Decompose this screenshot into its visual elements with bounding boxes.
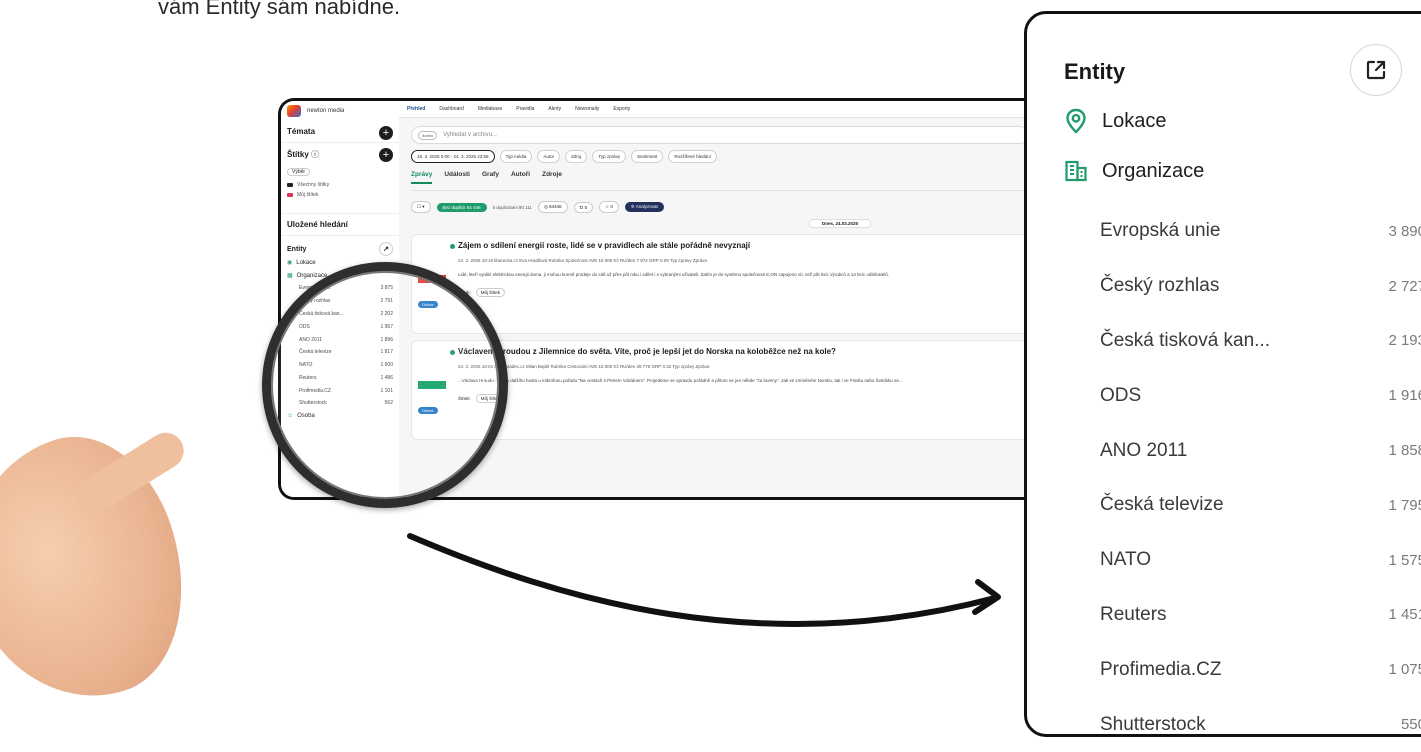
location-pin-icon xyxy=(1066,108,1086,134)
organization-name: Shutterstock xyxy=(1100,713,1206,735)
organization-list: Evropská unie3 890Český rozhlas2 727Česk… xyxy=(1100,204,1421,752)
category-organizace[interactable]: Organizace xyxy=(1064,159,1204,183)
organization-count: 1 451 xyxy=(1388,606,1421,624)
lokace-label: Lokace xyxy=(1102,109,1167,132)
organization-row[interactable]: Shutterstock 550 xyxy=(1100,697,1421,752)
organization-row[interactable]: Český rozhlas 2 727 xyxy=(1100,259,1421,314)
organization-row[interactable]: ANO 2011 1 858 xyxy=(1100,423,1421,478)
organization-row[interactable]: Reuters 1 451 xyxy=(1100,588,1421,643)
organization-name: Profimedia.CZ xyxy=(1100,658,1222,680)
organization-count: 1 575 xyxy=(1388,551,1421,569)
organization-name: Český rozhlas xyxy=(1100,275,1220,297)
organization-name: Reuters xyxy=(1100,603,1167,625)
organization-row[interactable]: Česká tisková kan... 2 193 xyxy=(1100,314,1421,369)
organization-row[interactable]: ODS 1 916 xyxy=(1100,368,1421,423)
category-lokace[interactable]: Lokace xyxy=(1064,108,1167,134)
organization-count: 1 916 xyxy=(1388,387,1421,405)
organization-count: 550 xyxy=(1400,716,1421,734)
organization-name: ANO 2011 xyxy=(1100,439,1188,461)
organization-row[interactable]: NATO 1 575 xyxy=(1100,533,1421,588)
organization-name: Česká tisková kan... xyxy=(1100,329,1271,351)
entity-panel: Entity Lokace Organizace Evropská unie 3 … xyxy=(1024,11,1421,737)
organization-row[interactable]: Česká televize 1 795 xyxy=(1100,478,1421,533)
organization-count: 1 795 xyxy=(1388,496,1421,514)
organization-name: NATO xyxy=(1100,549,1152,571)
organization-count: 1 858 xyxy=(1388,442,1421,460)
organization-count: 1 075 xyxy=(1388,661,1421,679)
organization-count: 2 193 xyxy=(1388,332,1421,350)
organization-name: Evropská unie xyxy=(1100,220,1221,242)
organization-count: 3 890 xyxy=(1388,222,1421,240)
organization-count: 2 727 xyxy=(1388,277,1421,295)
organization-row[interactable]: Evropská unie 3 890 xyxy=(1100,204,1421,259)
organization-name: ODS xyxy=(1100,384,1142,406)
entity-panel-title: Entity xyxy=(1064,59,1126,84)
organization-name: Česká televize xyxy=(1100,494,1224,516)
organizace-label: Organizace xyxy=(1102,159,1205,182)
organization-row[interactable]: Profimedia.CZ 1 075 xyxy=(1100,642,1421,697)
building-icon xyxy=(1065,160,1087,182)
external-link-icon xyxy=(1366,60,1386,80)
export-button[interactable] xyxy=(1350,44,1402,96)
